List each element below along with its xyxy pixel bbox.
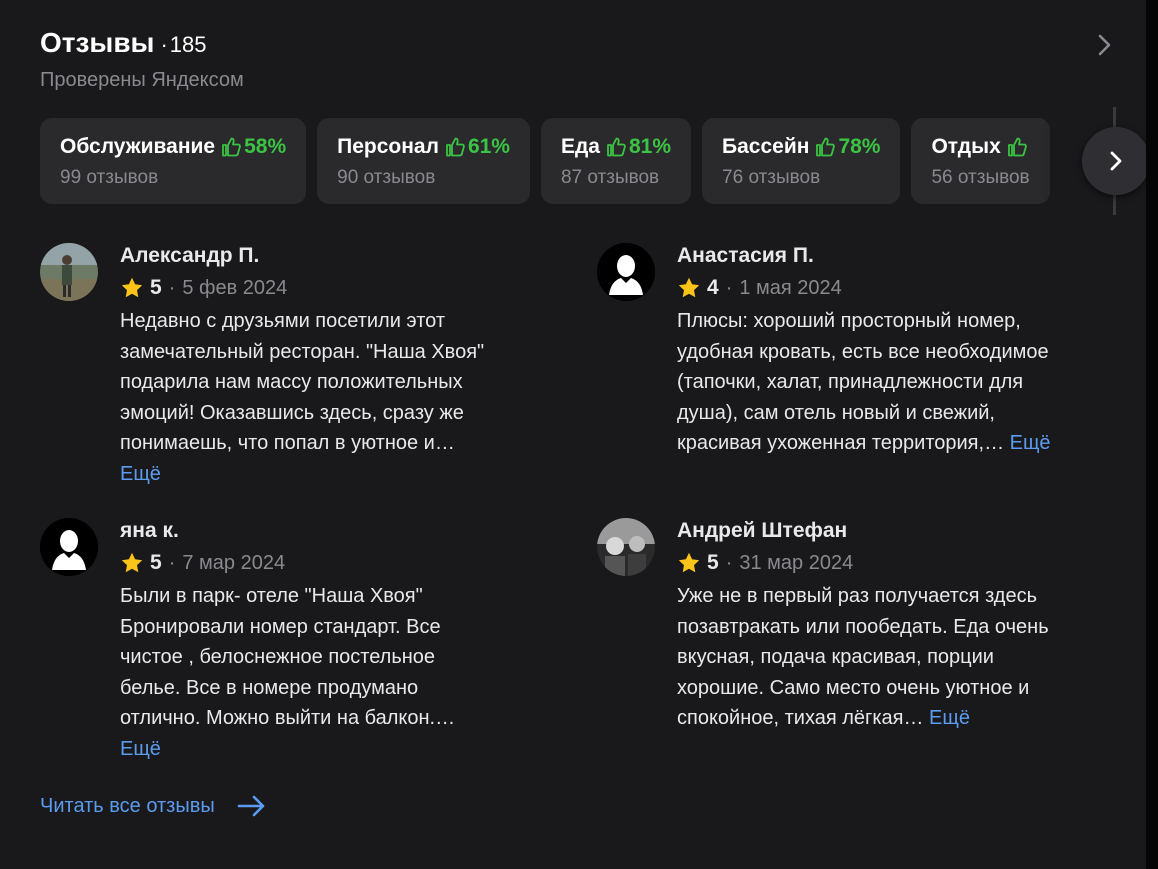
thumb-up-icon xyxy=(446,137,465,157)
arrow-right-icon xyxy=(237,795,265,817)
review-date: 31 мар 2024 xyxy=(739,551,854,574)
read-more-link[interactable]: Ещё xyxy=(120,463,161,485)
review-text-line: Были в парк- отеле "Наша Хвоя" xyxy=(120,585,423,607)
aspect-chip[interactable]: Еда 81% 87 отзывов xyxy=(540,118,692,204)
review-date: 7 мар 2024 xyxy=(182,551,286,574)
meta-separator: · xyxy=(725,551,733,574)
read-more-link[interactable]: Ещё xyxy=(120,738,161,760)
aspect-review-count: 99 отзывов xyxy=(60,167,159,188)
avatar[interactable] xyxy=(40,243,98,301)
review-text-line: эмоций! Оказавшись здесь, сразу же xyxy=(120,401,464,424)
review-text-line: Бронировали номер стандарт. Все xyxy=(120,615,441,638)
review-text-line: душа), сам отель новый и свежий, xyxy=(677,401,995,424)
review-text-line: удобная кровать, есть все необходимое xyxy=(677,340,1049,363)
reviews-panel: Отзывы ·185 Проверены Яндексом Обслуживан… xyxy=(0,0,1150,869)
review-text-line: красивая ухоженная территория,… xyxy=(677,432,1005,454)
reviews-header: Отзывы ·185 Проверены Яндексом xyxy=(40,27,1120,97)
review-rating: 4 xyxy=(707,276,719,299)
verified-by-yandex: Проверены Яндексом xyxy=(40,69,244,91)
title-separator: · xyxy=(160,32,168,57)
aspect-percent: 81% xyxy=(629,135,672,158)
review-rating: 5 xyxy=(150,276,162,299)
review-text-line: вкусная, подача красивая, порции xyxy=(677,646,994,668)
aspect-percent: 61% xyxy=(467,135,510,158)
aspect-review-count: 90 отзывов xyxy=(337,167,436,188)
review-text-line: чистое , белоснежное постельное xyxy=(120,646,436,668)
review-date: 1 мая 2024 xyxy=(739,276,842,299)
review-author[interactable]: Андрей Штефан xyxy=(677,516,1127,546)
aspect-name: Бассейн xyxy=(722,135,810,158)
star-icon xyxy=(678,277,700,298)
read-more-link[interactable]: Ещё xyxy=(1010,432,1051,454)
meta-separator: · xyxy=(725,276,733,299)
read-all-label: Читать все отзывы xyxy=(40,794,215,817)
avatar[interactable] xyxy=(597,243,655,301)
review-rating: 5 xyxy=(150,551,162,574)
star-icon xyxy=(121,552,143,573)
review-text: Недавно с друзьями посетили этот замечат… xyxy=(120,306,570,489)
review-text: Плюсы: хороший просторный номер, удобная… xyxy=(677,306,1127,459)
window-edge xyxy=(1146,0,1158,869)
review-text-line: Уже не в первый раз получается здесь xyxy=(677,585,1038,607)
read-more-link[interactable]: Ещё xyxy=(929,707,970,729)
review-text-line: (тапочки, халат, принадлежности для xyxy=(677,371,1024,393)
review-text-line: понимаешь, что попал в уютное и… xyxy=(120,432,455,454)
review-author[interactable]: яна к. xyxy=(120,516,570,546)
review-rating: 5 xyxy=(707,551,719,574)
thumb-up-icon xyxy=(607,137,626,157)
star-icon xyxy=(121,277,143,298)
chevron-right-icon[interactable] xyxy=(1092,31,1116,59)
avatar[interactable] xyxy=(40,518,98,576)
review-text-line: подарила нам массу положительных xyxy=(120,371,463,393)
aspect-chip[interactable]: Обслуживание 58% 99 отзывов xyxy=(40,118,307,204)
aspect-review-count: 56 отзывов xyxy=(931,167,1030,188)
review-text-line: хорошие. Само место очень уютное и xyxy=(677,676,1030,699)
aspect-name: Обслуживание xyxy=(60,135,216,158)
review-text: Уже не в первый раз получается здесь поз… xyxy=(677,581,1127,734)
thumb-up-icon xyxy=(1007,137,1027,157)
review-text-line: отлично. Можно выйти на балкон.… xyxy=(120,707,456,729)
aspect-review-count: 87 отзывов xyxy=(560,167,660,188)
thumb-up-icon xyxy=(816,137,836,157)
meta-separator: · xyxy=(168,276,176,299)
carousel-next-button[interactable] xyxy=(1082,127,1150,195)
reviews-title: Отзывы xyxy=(40,27,155,58)
aspects-carousel: Обслуживание 58% 99 отзывов Персонал 61% 90 о… xyxy=(40,118,1090,204)
review-text-line: Недавно с друзьями посетили этот xyxy=(120,310,445,332)
review-date: 5 фев 2024 xyxy=(182,276,288,299)
reviews-title-row[interactable]: Отзывы ·185 xyxy=(40,27,1120,59)
aspect-chip[interactable]: Отдых 56 отзывов xyxy=(911,118,1050,204)
thumb-up-icon xyxy=(222,137,241,157)
aspect-name: Еда xyxy=(560,135,600,158)
aspect-chip[interactable]: Бассейн 78% 76 отзывов xyxy=(702,118,901,204)
review-text: Были в парк- отеле "Наша Хвоя" Бронирова… xyxy=(120,581,570,764)
avatar[interactable] xyxy=(597,518,655,576)
chevron-right-icon xyxy=(1110,151,1122,171)
aspect-percent: 78% xyxy=(838,135,881,158)
aspect-name: Персонал xyxy=(337,135,439,158)
review-text-line: позавтракать или пообедать. Еда очень xyxy=(677,615,1049,638)
meta-separator: · xyxy=(168,551,176,574)
review-text-line: спокойное, тихая лёгкая… xyxy=(677,707,924,729)
review-text-line: белье. Все в номере продумано xyxy=(120,676,419,699)
review-text-line: замечательный ресторан. "Наша Хвоя" xyxy=(120,340,485,363)
reviews-count: 185 xyxy=(169,32,207,57)
star-icon xyxy=(678,552,700,573)
aspect-review-count: 76 отзывов xyxy=(722,167,821,188)
review-author[interactable]: Александр П. xyxy=(120,241,570,271)
aspect-chip[interactable]: Персонал 61% 90 отзывов xyxy=(317,118,530,204)
read-all-reviews-link[interactable]: Читать все отзывы xyxy=(40,794,267,818)
review-author[interactable]: Анастасия П. xyxy=(677,241,1127,271)
aspect-name: Отдых xyxy=(931,135,1001,158)
aspect-percent: 58% xyxy=(244,135,287,158)
review-text-line: Плюсы: хороший просторный номер, xyxy=(677,310,1021,332)
